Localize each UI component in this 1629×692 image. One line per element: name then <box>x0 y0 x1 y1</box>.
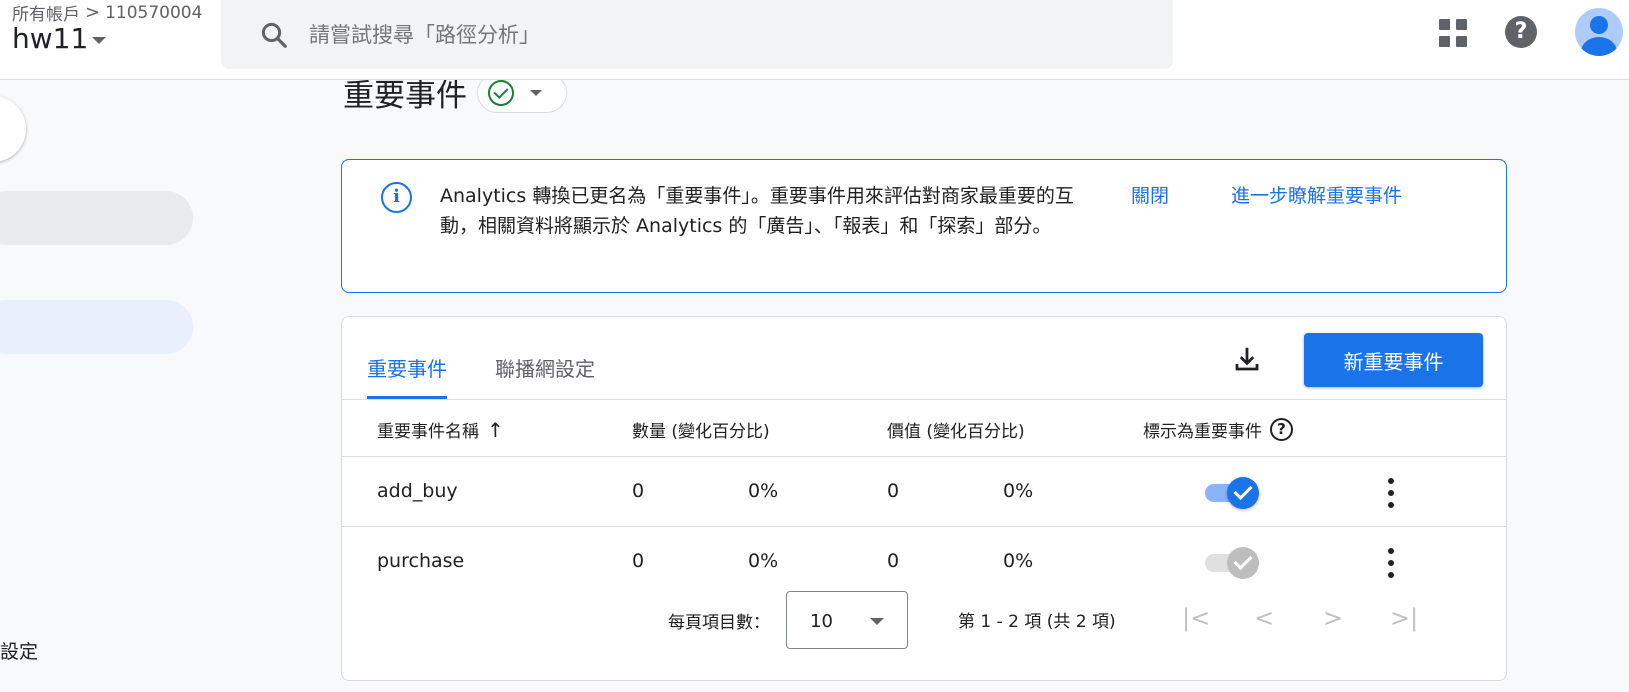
help-icon[interactable]: ? <box>1505 16 1537 48</box>
header-mark: 標示為重要事件 ? <box>1143 417 1293 442</box>
tab-key-events[interactable]: 重要事件 <box>367 353 447 400</box>
new-key-event-button[interactable]: 新重要事件 <box>1304 333 1483 387</box>
row-value-change: 0% <box>1003 480 1034 502</box>
banner-learn-more-link[interactable]: 進一步瞭解重要事件 <box>1231 181 1402 211</box>
left-nav: 設定 <box>0 80 210 692</box>
pagination-range: 第 1 - 2 項 (共 2 項) <box>958 612 1116 632</box>
key-event-toggle[interactable] <box>1205 477 1261 509</box>
row-count: 0 <box>632 550 645 572</box>
more-vert-icon[interactable] <box>1386 548 1396 578</box>
last-page-icon[interactable]: >| <box>1390 604 1418 632</box>
nav-fab[interactable] <box>0 96 26 162</box>
info-banner: i Analytics 轉換已更名為「重要事件」。重要事件用來評估對商家最重要的… <box>341 159 1507 293</box>
divider <box>342 456 1506 457</box>
page-size-value[interactable]: 10 <box>810 611 833 632</box>
nav-settings-label[interactable]: 設定 <box>0 637 38 664</box>
page-size-select[interactable]: 10 <box>786 591 908 649</box>
property-name[interactable]: hw11 <box>12 22 88 55</box>
banner-text: Analytics 轉換已更名為「重要事件」。重要事件用來評估對商家最重要的互動… <box>440 185 1074 237</box>
check-circle-icon <box>488 79 514 106</box>
banner-close-link[interactable]: 關閉 <box>1131 181 1169 211</box>
row-value: 0 <box>887 550 900 572</box>
row-value: 0 <box>887 480 900 502</box>
prev-page-icon[interactable]: < <box>1254 604 1274 632</box>
nav-item[interactable] <box>0 191 193 245</box>
caret-down-icon[interactable] <box>92 37 107 44</box>
divider <box>342 526 1506 527</box>
row-name[interactable]: purchase <box>377 550 464 572</box>
tab-network-settings[interactable]: 聯播網設定 <box>495 353 595 400</box>
sort-arrow-icon[interactable]: ↑ <box>487 418 504 442</box>
top-app-bar: 所有帳戶 > 110570004 hw11 ? <box>0 0 1629 80</box>
row-count: 0 <box>632 480 645 502</box>
property-selector[interactable]: hw11 <box>12 22 107 55</box>
header-name[interactable]: 重要事件名稱 ↑ <box>377 417 504 443</box>
row-value-change: 0% <box>1003 550 1034 572</box>
first-page-icon[interactable]: |< <box>1182 604 1210 632</box>
header-value-label[interactable]: 價值 (變化百分比) <box>887 417 1025 442</box>
search-input[interactable] <box>309 22 909 47</box>
row-name[interactable]: add_buy <box>377 480 458 502</box>
more-vert-icon[interactable] <box>1386 478 1396 508</box>
avatar[interactable] <box>1575 8 1623 56</box>
chevron-right-icon: > <box>85 2 101 23</box>
info-icon: i <box>381 182 412 213</box>
apps-icon[interactable] <box>1439 17 1469 47</box>
divider <box>342 399 1506 400</box>
help-circle-icon[interactable]: ? <box>1270 418 1293 441</box>
search-icon[interactable] <box>259 20 289 50</box>
items-per-page-label: 每頁項目數： <box>668 613 770 633</box>
header-count-label[interactable]: 數量 (變化百分比) <box>632 417 770 442</box>
header-value[interactable]: 價值 (變化百分比) <box>887 417 1025 442</box>
header-mark-label: 標示為重要事件 <box>1143 422 1262 442</box>
account-id[interactable]: 110570004 <box>105 3 202 23</box>
nav-item-selected[interactable] <box>0 300 193 354</box>
row-count-change: 0% <box>748 480 779 502</box>
chevron-down-icon[interactable] <box>870 618 884 625</box>
search-bar[interactable] <box>221 0 1173 69</box>
main-content: 重要事件 i Analytics 轉換已更名為「重要事件」。重要事件用來評估對商… <box>210 72 1629 692</box>
chevron-down-icon[interactable] <box>530 89 542 96</box>
key-event-toggle-disabled <box>1205 547 1261 579</box>
header-name-label[interactable]: 重要事件名稱 <box>377 417 479 442</box>
row-count-change: 0% <box>748 550 779 572</box>
header-count[interactable]: 數量 (變化百分比) <box>632 417 770 442</box>
top-actions: ? <box>1439 8 1629 56</box>
download-icon[interactable] <box>1232 344 1262 374</box>
next-page-icon[interactable]: > <box>1323 604 1343 632</box>
